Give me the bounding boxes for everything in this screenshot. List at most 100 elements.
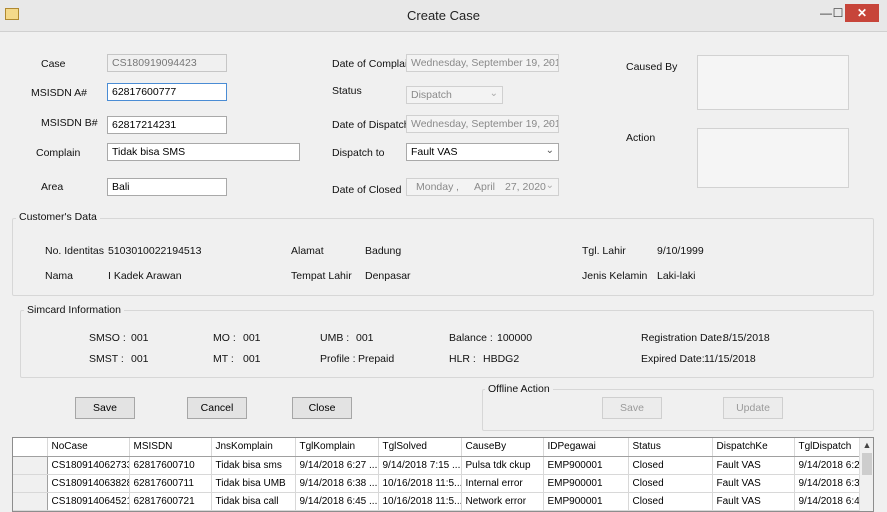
case-field[interactable]: CS180919094423 [107, 54, 227, 72]
table-cell[interactable]: Fault VAS [712, 456, 795, 475]
column-header[interactable]: NoCase [47, 438, 130, 457]
date-closed-picker[interactable]: Monday , April 27, 2020 ⌄ [406, 178, 559, 196]
column-header[interactable]: JnsKomplain [211, 438, 296, 457]
table-cell[interactable]: Fault VAS [712, 492, 795, 511]
table-cell[interactable]: 9/14/2018 6:45 ... [295, 492, 379, 511]
date-dispatch-picker[interactable]: Wednesday, September 19, 2018 ⌄ [406, 115, 559, 133]
alamat-value: Badung [365, 245, 402, 257]
column-header[interactable]: CauseBy [461, 438, 544, 457]
table-cell[interactable]: 9/14/2018 7:15 ... [378, 456, 462, 475]
hlr-label: HLR : [449, 353, 476, 365]
table-cell[interactable]: 9/14/2018 6:38 ... [295, 474, 379, 493]
table-cell[interactable]: Closed [628, 474, 713, 493]
save-button[interactable]: Save [75, 397, 135, 419]
scroll-thumb[interactable] [862, 453, 872, 475]
action-field[interactable] [697, 128, 849, 188]
table-cell[interactable]: 10/16/2018 11:5... [378, 474, 462, 493]
status-dropdown[interactable]: Dispatch ⌄ [406, 86, 503, 104]
dispatch-to-dropdown[interactable]: Fault VAS ⌄ [406, 143, 559, 161]
table-cell[interactable]: CS180914062733 [47, 456, 130, 475]
offline-save-button[interactable]: Save [602, 397, 662, 419]
table-cell[interactable]: Closed [628, 456, 713, 475]
offline-update-button[interactable]: Update [723, 397, 783, 419]
tgl-lahir-label: Tgl. Lahir [582, 245, 626, 257]
complain-field[interactable]: Tidak bisa SMS [107, 143, 300, 161]
caused-by-field[interactable] [697, 55, 849, 110]
chevron-down-icon: ⌄ [545, 117, 554, 128]
scroll-up-arrow-icon[interactable]: ▲ [860, 438, 874, 452]
date-closed-rest: 27, 2020 [505, 181, 546, 193]
date-complain-picker[interactable]: Wednesday, September 19, 2018 ⌄ [406, 54, 559, 72]
no-identitas-value: 5103010022194513 [108, 245, 202, 257]
nama-label: Nama [45, 270, 74, 282]
table-cell[interactable]: Pulsa tdk ckup [461, 456, 544, 475]
table-cell[interactable]: Internal error [461, 474, 544, 493]
table-cell[interactable]: CS180914063828 [47, 474, 130, 493]
table-cell[interactable]: 9/14/2018 6:27 ... [794, 456, 864, 475]
dispatch-to-label: Dispatch to [332, 147, 385, 159]
table-cell[interactable]: EMP900001 [543, 492, 629, 511]
mo-value: 001 [243, 332, 261, 344]
column-header[interactable]: TglSolved [378, 438, 462, 457]
cases-table: NoCase MSISDN JnsKomplain TglKomplain Tg… [13, 438, 864, 511]
close-window-button[interactable]: ✕ [845, 4, 879, 22]
cases-grid[interactable]: NoCase MSISDN JnsKomplain TglKomplain Tg… [12, 437, 874, 512]
case-label: Case [41, 58, 66, 70]
column-header[interactable]: TglDispatch [794, 438, 864, 457]
table-cell[interactable]: 62817600710 [129, 456, 212, 475]
status-value: Dispatch [411, 89, 452, 101]
row-header[interactable] [13, 456, 48, 475]
cancel-button[interactable]: Cancel [187, 397, 247, 419]
dispatch-to-value: Fault VAS [411, 146, 458, 158]
column-header[interactable]: DispatchKe [712, 438, 795, 457]
no-identitas-label: No. Identitas [45, 245, 104, 257]
table-cell[interactable]: Tidak bisa sms [211, 456, 296, 475]
umb-value: 001 [356, 332, 374, 344]
registration-date-label: Registration Date: [641, 332, 726, 344]
grid-vertical-scrollbar[interactable]: ▲ [859, 438, 873, 511]
table-cell[interactable]: Tidak bisa UMB [211, 474, 296, 493]
date-complain-value: Wednesday, September 19, 2018 [411, 57, 559, 69]
table-cell[interactable]: Fault VAS [712, 474, 795, 493]
table-row[interactable]: CS180914062733 62817600710 Tidak bisa sm… [13, 456, 864, 475]
hlr-value: HBDG2 [483, 353, 520, 365]
column-header[interactable]: IDPegawai [543, 438, 629, 457]
smst-value: 001 [131, 353, 149, 365]
table-row[interactable]: CS180914063828 62817600711 Tidak bisa UM… [13, 474, 864, 493]
table-cell[interactable]: 62817600721 [129, 492, 212, 511]
tgl-lahir-value: 9/10/1999 [657, 245, 704, 257]
simcard-info-title: Simcard Information [24, 304, 124, 316]
table-row[interactable]: CS180914064521 62817600721 Tidak bisa ca… [13, 492, 864, 511]
chevron-down-icon: ⌄ [545, 145, 554, 156]
table-cell[interactable]: Closed [628, 492, 713, 511]
table-cell[interactable]: Tidak bisa call [211, 492, 296, 511]
row-header[interactable] [13, 474, 48, 493]
close-button[interactable]: Close [292, 397, 352, 419]
row-header[interactable] [13, 492, 48, 511]
column-header[interactable]: TglKomplain [295, 438, 379, 457]
area-field[interactable]: Bali [107, 178, 227, 196]
table-cell[interactable]: CS180914064521 [47, 492, 130, 511]
column-header[interactable]: Status [628, 438, 713, 457]
table-cell[interactable]: 9/14/2018 6:27 ... [295, 456, 379, 475]
column-header[interactable]: MSISDN [129, 438, 212, 457]
jenis-kelamin-value: Laki-laki [657, 270, 696, 282]
smso-value: 001 [131, 332, 149, 344]
table-cell[interactable]: 9/14/2018 6:38 ... [794, 474, 864, 493]
date-dispatch-label: Date of Dispatch [332, 119, 410, 131]
nama-value: I Kadek Arawan [108, 270, 182, 282]
msisdn-b-field[interactable]: 62817214231 [107, 116, 227, 134]
msisdn-a-label: MSISDN A# [31, 87, 88, 99]
mt-label: MT : [213, 353, 234, 365]
msisdn-a-field[interactable]: 62817600777 [107, 83, 227, 101]
chevron-down-icon: ⌄ [545, 180, 554, 191]
date-closed-label: Date of Closed [332, 184, 402, 196]
table-cell[interactable]: 10/16/2018 11:5... [378, 492, 462, 511]
table-cell[interactable]: 9/14/2018 6:45 ... [794, 492, 864, 511]
table-cell[interactable]: EMP900001 [543, 456, 629, 475]
action-label: Action [626, 132, 656, 144]
table-cell[interactable]: 62817600711 [129, 474, 212, 493]
date-dispatch-value: Wednesday, September 19, 2018 [411, 118, 559, 130]
table-cell[interactable]: EMP900001 [543, 474, 629, 493]
table-cell[interactable]: Network error [461, 492, 544, 511]
